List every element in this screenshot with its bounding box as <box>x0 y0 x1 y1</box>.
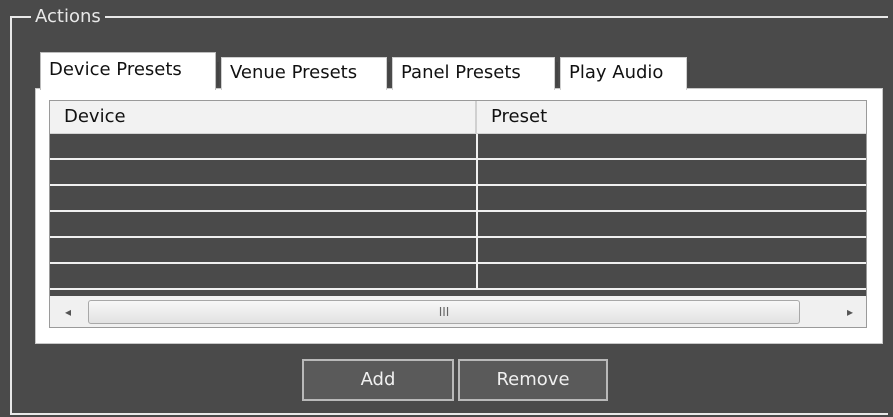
column-header-device[interactable]: Device <box>50 101 475 133</box>
actions-groupbox-title: Actions <box>31 6 105 28</box>
tab-separator <box>388 62 390 86</box>
tab-play-audio[interactable]: Play Audio <box>560 57 687 90</box>
tab-venue-presets-label: Venue Presets <box>230 62 358 83</box>
cell-divider <box>476 264 478 290</box>
remove-button[interactable]: Remove <box>458 359 608 401</box>
add-button[interactable]: Add <box>302 359 454 401</box>
tab-play-audio-label: Play Audio <box>569 62 664 83</box>
table-row[interactable] <box>50 238 866 264</box>
tab-separator <box>688 62 690 86</box>
table-row[interactable] <box>50 264 866 290</box>
cell-divider <box>476 160 478 186</box>
horizontal-scrollbar[interactable]: ◂ III ▸ <box>50 296 866 327</box>
tab-panel-presets[interactable]: Panel Presets <box>392 57 555 90</box>
table-row[interactable] <box>50 160 866 186</box>
tab-separator <box>217 62 219 86</box>
cell-divider <box>476 238 478 264</box>
scrollbar-thumb[interactable]: III <box>88 300 800 324</box>
tab-device-presets-label: Device Presets <box>49 59 182 80</box>
listview-header: Device Preset <box>50 101 866 134</box>
tab-panel-presets-label: Panel Presets <box>401 62 521 83</box>
scroll-right-arrow-icon[interactable]: ▸ <box>838 301 862 323</box>
table-row[interactable] <box>50 212 866 238</box>
table-row[interactable] <box>50 186 866 212</box>
scroll-left-arrow-icon[interactable]: ◂ <box>56 301 80 323</box>
cell-divider <box>476 212 478 238</box>
tab-venue-presets[interactable]: Venue Presets <box>221 57 387 90</box>
tab-device-presets[interactable]: Device Presets <box>40 52 216 90</box>
column-header-preset[interactable]: Preset <box>477 101 866 133</box>
device-presets-listview[interactable]: Device Preset ◂ III ▸ <box>49 100 867 328</box>
table-row[interactable] <box>50 134 866 160</box>
column-header-device-label: Device <box>64 106 126 127</box>
scrollbar-grip-icon: III <box>438 305 450 319</box>
cell-divider <box>476 134 478 160</box>
cell-divider <box>476 186 478 212</box>
tab-separator <box>556 62 558 86</box>
column-header-preset-label: Preset <box>491 106 548 127</box>
